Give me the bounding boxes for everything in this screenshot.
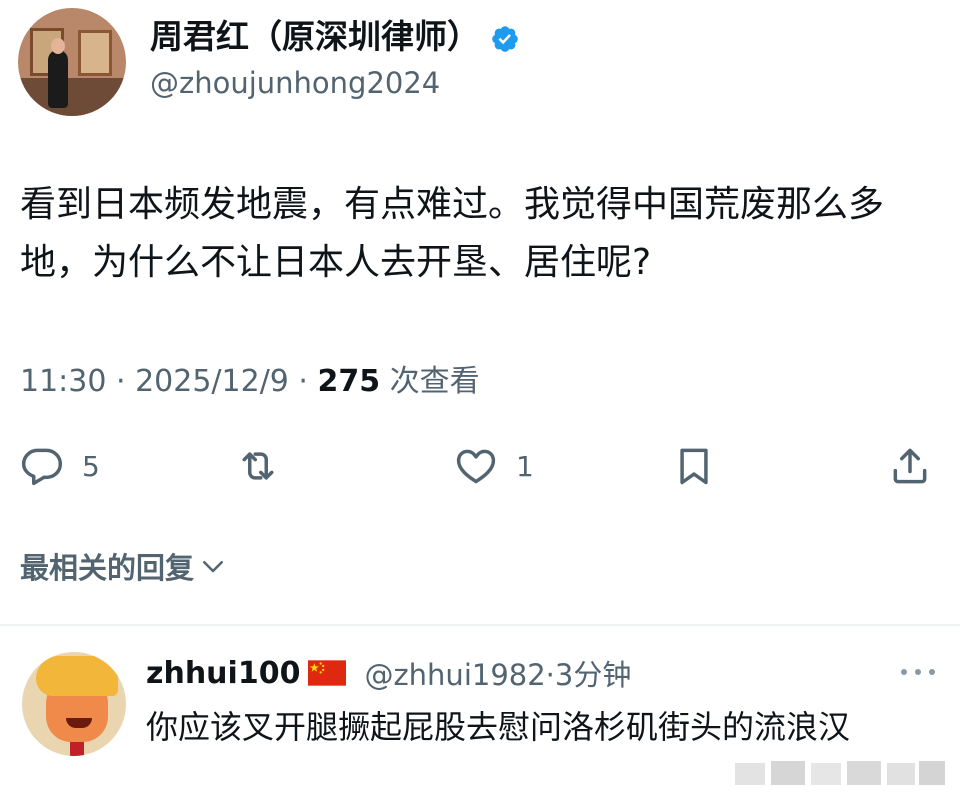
share-button[interactable] [888,436,932,496]
reply-text: 你应该叉开腿撅起屁股去慰问洛杉矶街头的流浪汉 [146,708,851,746]
reply-handle-time[interactable]: @zhhui1982·3分钟 [364,652,631,694]
avatar-head [51,38,65,54]
action-bar: 5 1 [0,436,960,496]
verified-badge-icon [492,25,518,52]
avatar-tie [70,742,84,756]
like-count: 1 [516,449,534,483]
reply-header: zhhui100 @zhhui1982·3分钟 [146,652,631,694]
replies-sort-dropdown[interactable]: 最相关的回复 [20,545,228,587]
blurred-watermark [735,761,945,785]
post-timestamp[interactable]: 11:30 · 2025/12/9 · [20,364,318,399]
reply-author-avatar[interactable] [22,652,126,756]
reply-button[interactable]: 5 [20,436,100,496]
reply-count: 5 [82,449,100,483]
bookmark-icon [680,448,708,485]
avatar-background [18,78,126,116]
more-options-icon[interactable] [898,666,938,678]
views-label: 次查看 [380,364,480,399]
share-icon [893,448,927,484]
views-count: 275 [317,364,381,399]
china-flag-icon [308,660,347,686]
avatar-painting-right [78,30,112,76]
post-meta: 11:30 · 2025/12/9 · 275 次查看 [20,356,480,400]
like-icon [456,449,496,484]
replies-sort-label: 最相关的回复 [20,551,195,585]
post-text: 看到日本频发地震，有点难过。我觉得中国荒废那么多地，为什么不让日本人去开垦、居住… [20,184,885,283]
avatar-hair [36,656,118,696]
avatar-person [48,50,68,108]
author-name-text: 周君红（原深圳律师） [150,17,480,56]
author-avatar[interactable] [18,8,126,116]
reply-icon [21,448,63,486]
reply-author-name[interactable]: zhhui100 [146,656,300,691]
like-button[interactable]: 1 [454,436,534,496]
author-display-name[interactable]: 周君红（原深圳律师） [150,10,520,58]
post-header: 周君红（原深圳律师） @zhoujunhong2024 [18,8,938,116]
retweet-icon [242,452,274,480]
retweet-button[interactable] [236,436,280,496]
bookmark-button[interactable] [672,436,716,496]
author-handle[interactable]: @zhoujunhong2024 [150,66,440,100]
chevron-down-icon [203,561,224,573]
